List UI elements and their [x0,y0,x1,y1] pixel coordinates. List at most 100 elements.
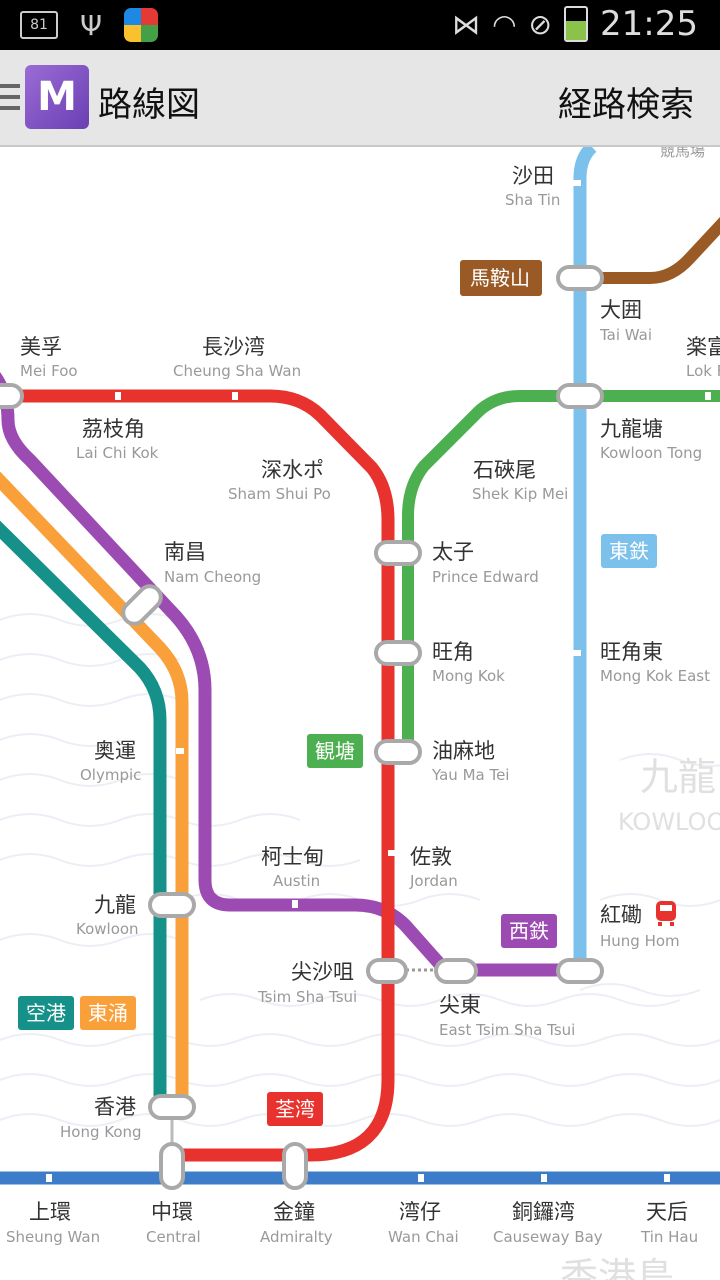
station-tai-wai[interactable]: 大囲 Tai Wai [599,298,652,344]
svg-text:Cheung Sha Wan: Cheung Sha Wan [173,362,301,380]
svg-text:九龍: 九龍 [94,893,136,917]
station-cheung-sha-wan[interactable]: 長沙湾 Cheung Sha Wan [173,335,301,380]
station-mei-foo[interactable]: 美孚 Mei Foo [20,335,78,380]
svg-text:石硤尾: 石硤尾 [473,458,536,482]
svg-text:Wan Chai: Wan Chai [388,1228,459,1246]
app-logo-icon[interactable]: M [25,65,89,129]
badge-tung-chung[interactable]: 東涌 [80,996,136,1030]
badge-west-rail[interactable]: 西鉄 [501,914,557,948]
svg-text:楽富: 楽富 [686,335,720,359]
badge-east-rail[interactable]: 東鉄 [601,534,657,568]
badge-airport-express[interactable]: 空港 [18,996,74,1030]
usb-icon: Ψ [80,8,103,42]
svg-text:尖沙咀: 尖沙咀 [291,960,354,984]
action-bar: M 路線図 経路検索 [0,50,720,147]
muted-signal-icon: ⋈ [452,7,481,41]
svg-text:香港: 香港 [94,1095,136,1119]
svg-text:Mong Kok: Mong Kok [432,667,505,685]
badge-tsuen-wan[interactable]: 荃湾 [267,1092,323,1126]
svg-text:柯士甸: 柯士甸 [261,845,324,869]
station-wan-chai[interactable]: 湾仔 Wan Chai [388,1200,459,1246]
svg-text:天后: 天后 [646,1200,688,1224]
badge-kwun-tong[interactable]: 観塘 [307,734,363,768]
station-sheung-wan[interactable]: 上環 Sheung Wan [6,1200,100,1246]
svg-text:東鉄: 東鉄 [609,539,649,563]
svg-text:中環: 中環 [151,1200,193,1224]
area-label-kowloon-en: KOWLOON [618,808,720,836]
svg-text:油麻地: 油麻地 [432,739,495,763]
line-ma-on-shan[interactable] [580,215,720,284]
station-sham-shui-po[interactable]: 深水ポ Sham Shui Po [228,458,331,503]
status-bar-right: ⋈ ◠ ⊘ 21:25 [452,4,698,44]
clock: 21:25 [600,4,698,44]
station-admiralty[interactable]: 金鐘 Admiralty [260,1200,333,1246]
svg-text:Austin: Austin [273,872,320,890]
route-search-button[interactable]: 経路検索 [558,77,694,126]
station-mong-kok-east[interactable]: 旺角東 Mong Kok East [600,640,710,685]
svg-text:Central: Central [146,1228,201,1246]
line-tsuen-wan[interactable] [0,389,395,1162]
svg-text:馬鞍山: 馬鞍山 [470,266,530,290]
station-kowloon[interactable]: 九龍 Kowloon [76,893,139,938]
svg-text:Olympic: Olympic [80,766,141,784]
water-pattern [0,613,720,1127]
svg-text:銅鑼湾: 銅鑼湾 [512,1200,575,1224]
station-austin[interactable]: 柯士甸 Austin [261,845,324,890]
svg-text:Yau Ma Tei: Yau Ma Tei [431,766,509,784]
svg-text:Causeway Bay: Causeway Bay [493,1228,603,1246]
badge-ma-on-shan[interactable]: 馬鞍山 [460,260,542,296]
blocked-icon: ⊘ [528,7,553,41]
train-icon [656,901,676,926]
svg-text:Kowloon Tong: Kowloon Tong [600,444,702,462]
area-label-racecourse: 競馬場 [660,147,705,160]
station-hong-kong[interactable]: 香港 Hong Kong [60,1095,142,1141]
svg-text:Tai Wai: Tai Wai [599,326,652,344]
svg-text:長沙湾: 長沙湾 [202,335,265,359]
area-label-hk-island: 香港島 [560,1255,674,1280]
status-bar: 81 Ψ ⋈ ◠ ⊘ 21:25 [0,0,720,50]
svg-text:大囲: 大囲 [600,298,642,322]
svg-text:西鉄: 西鉄 [509,919,549,943]
station-central[interactable]: 中環 Central [146,1200,201,1246]
svg-text:観塘: 観塘 [315,739,355,763]
svg-text:Hung Hom: Hung Hom [600,932,680,950]
station-shek-kip-mei[interactable]: 石硤尾 Shek Kip Mei [472,458,568,503]
svg-text:南昌: 南昌 [164,540,206,564]
station-lai-chi-kok[interactable]: 茘枝角 Lai Chi Kok [76,417,159,462]
svg-text:Hong Kong: Hong Kong [60,1123,142,1141]
station-kowloon-tong[interactable]: 九龍塘 Kowloon Tong [600,417,702,462]
station-mong-kok[interactable]: 旺角 Mong Kok [432,640,505,685]
station-causeway-bay[interactable]: 銅鑼湾 Causeway Bay [493,1200,603,1246]
svg-text:Sha Tin: Sha Tin [505,191,560,209]
battery-charging-icon [564,6,589,42]
station-sha-tin[interactable]: 沙田 Sha Tin [505,164,560,209]
svg-text:深水ポ: 深水ポ [261,458,324,482]
station-tsim-sha-tsui[interactable]: 尖沙咀 Tsim Sha Tsui [257,960,357,1006]
svg-text:九龍塘: 九龍塘 [600,417,663,441]
svg-text:Sham Shui Po: Sham Shui Po [228,485,331,503]
route-map[interactable]: 九龍 KOWLOON 香港島 競馬場 [0,147,720,1280]
svg-text:Tin Hau: Tin Hau [640,1228,698,1246]
svg-text:紅磡: 紅磡 [600,903,642,927]
svg-text:Tsim Sha Tsui: Tsim Sha Tsui [257,988,357,1006]
svg-text:沙田: 沙田 [512,164,554,188]
menu-icon[interactable] [0,84,20,110]
svg-text:Kowloon: Kowloon [76,920,139,938]
svg-text:奥運: 奥運 [94,739,136,763]
station-nam-cheong[interactable]: 南昌 Nam Cheong [164,540,261,586]
svg-text:東涌: 東涌 [88,1001,128,1025]
svg-text:美孚: 美孚 [20,335,62,359]
station-jordan[interactable]: 佐敦 Jordan [409,845,458,890]
station-lok-fu[interactable]: 楽富 Lok Fu [686,335,720,380]
svg-text:茘枝角: 茘枝角 [82,417,145,441]
station-east-tsim-sha-tsui[interactable]: 尖東 East Tsim Sha Tsui [439,993,575,1039]
status-bar-left: 81 Ψ [20,8,159,42]
route-map-canvas[interactable]: 九龍 KOWLOON 香港島 競馬場 [0,147,720,1280]
area-label-kowloon: 九龍 [640,755,716,799]
svg-text:太子: 太子 [432,540,474,564]
svg-text:佐敦: 佐敦 [410,845,452,869]
station-prince-edward[interactable]: 太子 Prince Edward [432,540,539,586]
svg-text:湾仔: 湾仔 [399,1200,441,1224]
station-tin-hau[interactable]: 天后 Tin Hau [640,1200,698,1246]
station-yau-ma-tei[interactable]: 油麻地 Yau Ma Tei [431,739,509,784]
